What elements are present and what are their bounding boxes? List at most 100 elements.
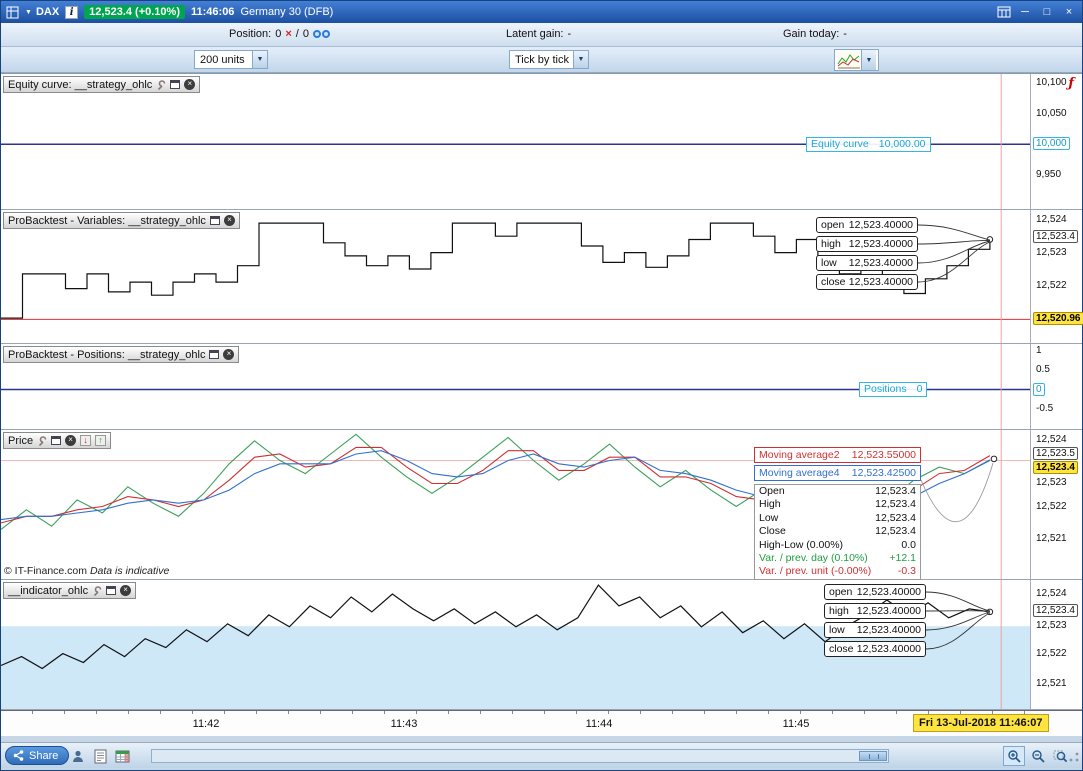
info-row-var-unit: Var. / prev. unit (-0.00%) -0.3 — [755, 565, 920, 578]
chart-type-icon — [837, 51, 861, 69]
axis-label: 12,523 — [1036, 247, 1067, 258]
share-button[interactable]: Share — [5, 746, 70, 765]
wrench-icon[interactable] — [37, 435, 47, 446]
titlebar: ▼ DAX i 12,523.4 (+0.10%) 11:46:06 Germa… — [1, 1, 1082, 23]
panel-positions: ProBacktest - Positions: __strategy_ohlc… — [1, 344, 1082, 430]
ohlc-close-label: close 12,523.40000 — [816, 274, 918, 290]
caret-down-icon[interactable]: ▼ — [252, 51, 267, 68]
units-select[interactable]: 200 units ▼ — [194, 50, 268, 69]
label-connectors — [921, 462, 994, 523]
panel-header-positions: ProBacktest - Positions: __strategy_ohlc… — [3, 346, 240, 363]
symbol-name: DAX — [35, 6, 60, 18]
ohlc-value: 12,523.40000 — [856, 643, 921, 655]
caret-down-icon[interactable]: ▼ — [861, 50, 876, 70]
axis-label: 9,950 — [1036, 169, 1062, 180]
symbol-dropdown-caret-icon[interactable]: ▼ — [25, 9, 32, 16]
detach-window-icon[interactable] — [209, 216, 220, 225]
ohlc-value: 12,523.40000 — [848, 219, 913, 231]
time-tick: 11:44 — [585, 718, 613, 730]
minimize-button[interactable]: ─ — [1017, 6, 1033, 18]
close-panel-icon[interactable]: × — [65, 435, 77, 446]
detach-window-icon[interactable] — [170, 80, 181, 89]
ohlc-high-label: high 12,523.40000 — [824, 603, 926, 619]
maximize-button[interactable]: □ — [1039, 6, 1055, 18]
label-connectors — [918, 224, 991, 283]
indicative-note: Data is indicative — [89, 565, 170, 577]
position-value: 0 — [275, 28, 282, 40]
move-down-icon[interactable]: ↓ — [80, 435, 92, 446]
close-panel-icon[interactable]: × — [120, 585, 132, 596]
detach-window-icon[interactable] — [106, 586, 117, 595]
wrench-icon[interactable] — [156, 79, 166, 90]
info-label: Var. / prev. day (0.10%) — [759, 552, 868, 565]
equity-curve-label: Equity curve 10,000.00 — [806, 137, 931, 152]
info-row-low: Low 12,523.4 — [755, 512, 920, 525]
ohlc-value: 12,523.40000 — [848, 276, 913, 288]
info-icon[interactable]: i — [65, 5, 79, 19]
axis-label: 1 — [1036, 345, 1042, 356]
timeframe-select[interactable]: Tick by tick ▼ — [509, 50, 589, 69]
axis-equity: 10,100 10,050 10,000 9,950 — [1030, 74, 1083, 209]
horizontal-scrollbar[interactable] — [151, 749, 889, 763]
ohlc-low-label: low 12,523.40000 — [816, 255, 918, 271]
report-icon[interactable] — [91, 747, 109, 765]
zoom-out-button[interactable] — [1027, 746, 1049, 766]
axis-indicator: 12,524 12,523.4 12,523 12,522 12,521 — [1030, 580, 1083, 709]
moving-average4-label: Moving average4 12,523.42500 — [754, 465, 921, 481]
axis-label: 12,524 — [1036, 434, 1067, 445]
zoom-in-button[interactable] — [1003, 746, 1025, 766]
instrument-name: Germany 30 (DFB) — [240, 6, 334, 18]
detach-window-icon[interactable] — [51, 436, 62, 445]
axis-label: 12,524 — [1036, 214, 1067, 225]
chart-area: ƒ Equity curve: __strategy_ohlc × Equity… — [1, 73, 1083, 736]
layout-grid-icon[interactable] — [997, 6, 1011, 18]
axis-label: 12,522 — [1036, 648, 1067, 659]
info-row-open: Open 12,523.4 — [755, 485, 920, 498]
close-panel-icon[interactable]: × — [223, 349, 235, 360]
close-panel-icon[interactable]: × — [223, 215, 235, 226]
close-button[interactable]: × — [1061, 6, 1077, 18]
info-label: Low — [759, 511, 779, 524]
caret-down-icon[interactable]: ▼ — [573, 51, 588, 68]
gain-today-value: - — [843, 28, 847, 40]
equity-curve-name: Equity curve — [811, 138, 869, 150]
chart-type-button[interactable]: ▼ — [834, 49, 879, 71]
ohlc-open-label: open 12,523.40000 — [824, 584, 926, 600]
info-row-close: Close 12,523.4 — [755, 525, 920, 538]
orders-table-icon[interactable] — [113, 747, 131, 765]
axis-variables: 12,524 12,523.4 12,523 12,522 12,520.96 — [1030, 210, 1083, 343]
ohlc-close-label: close 12,523.40000 — [824, 641, 926, 657]
panel-price: Price × ↓ ↑ Moving average2 12,523.55000… — [1, 430, 1082, 580]
wrench-icon[interactable] — [92, 585, 102, 596]
axis-label: 12,522 — [1036, 280, 1067, 291]
orders-icon[interactable] — [312, 30, 330, 38]
move-up-icon[interactable]: ↑ — [95, 435, 107, 446]
detach-window-icon[interactable] — [209, 350, 220, 359]
time-tick: 11:42 — [192, 718, 220, 730]
share-label: Share — [29, 749, 59, 762]
cursor-date-badge: Fri 13-Jul-2018 11:46:07 — [913, 714, 1049, 732]
gain-today-label: Gain today: — [783, 28, 840, 40]
axis-label: 12,521 — [1036, 678, 1067, 689]
account-icon[interactable] — [69, 747, 87, 765]
axis-label: 0.5 — [1036, 364, 1050, 375]
scrollbar-thumb[interactable] — [859, 751, 887, 761]
ma2-value: 12,523.55000 — [851, 449, 916, 461]
time-axis-ticks — [1, 711, 1030, 714]
axis-label: 12,521 — [1036, 533, 1067, 544]
close-position-icon[interactable]: × — [285, 28, 291, 40]
function-icon[interactable]: ƒ — [1068, 76, 1074, 91]
axis-label: 12,524 — [1036, 588, 1067, 599]
resize-grip-icon[interactable] — [1068, 751, 1080, 763]
ohlc-value: 12,523.40000 — [856, 624, 921, 636]
ohlc-key: high — [821, 238, 841, 250]
info-label: High-Low (0.00%) — [759, 538, 844, 551]
last-price-badge: 12,520.96 — [1033, 312, 1083, 325]
share-icon — [13, 750, 24, 761]
latent-gain-group: Latent gain: - — [506, 28, 571, 40]
ohlc-value: 12,523.40000 — [848, 257, 913, 269]
info-value: 12,523.4 — [875, 498, 916, 511]
close-panel-icon[interactable]: × — [184, 79, 196, 90]
app-icon[interactable] — [6, 6, 19, 19]
info-value: 12,523.4 — [875, 525, 916, 538]
